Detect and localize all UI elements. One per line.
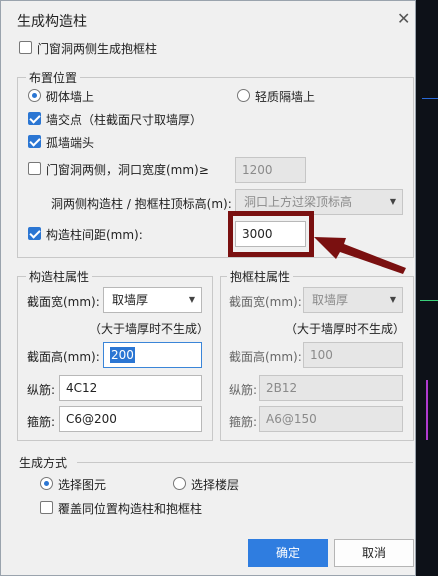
annotation-arrow <box>314 237 406 274</box>
